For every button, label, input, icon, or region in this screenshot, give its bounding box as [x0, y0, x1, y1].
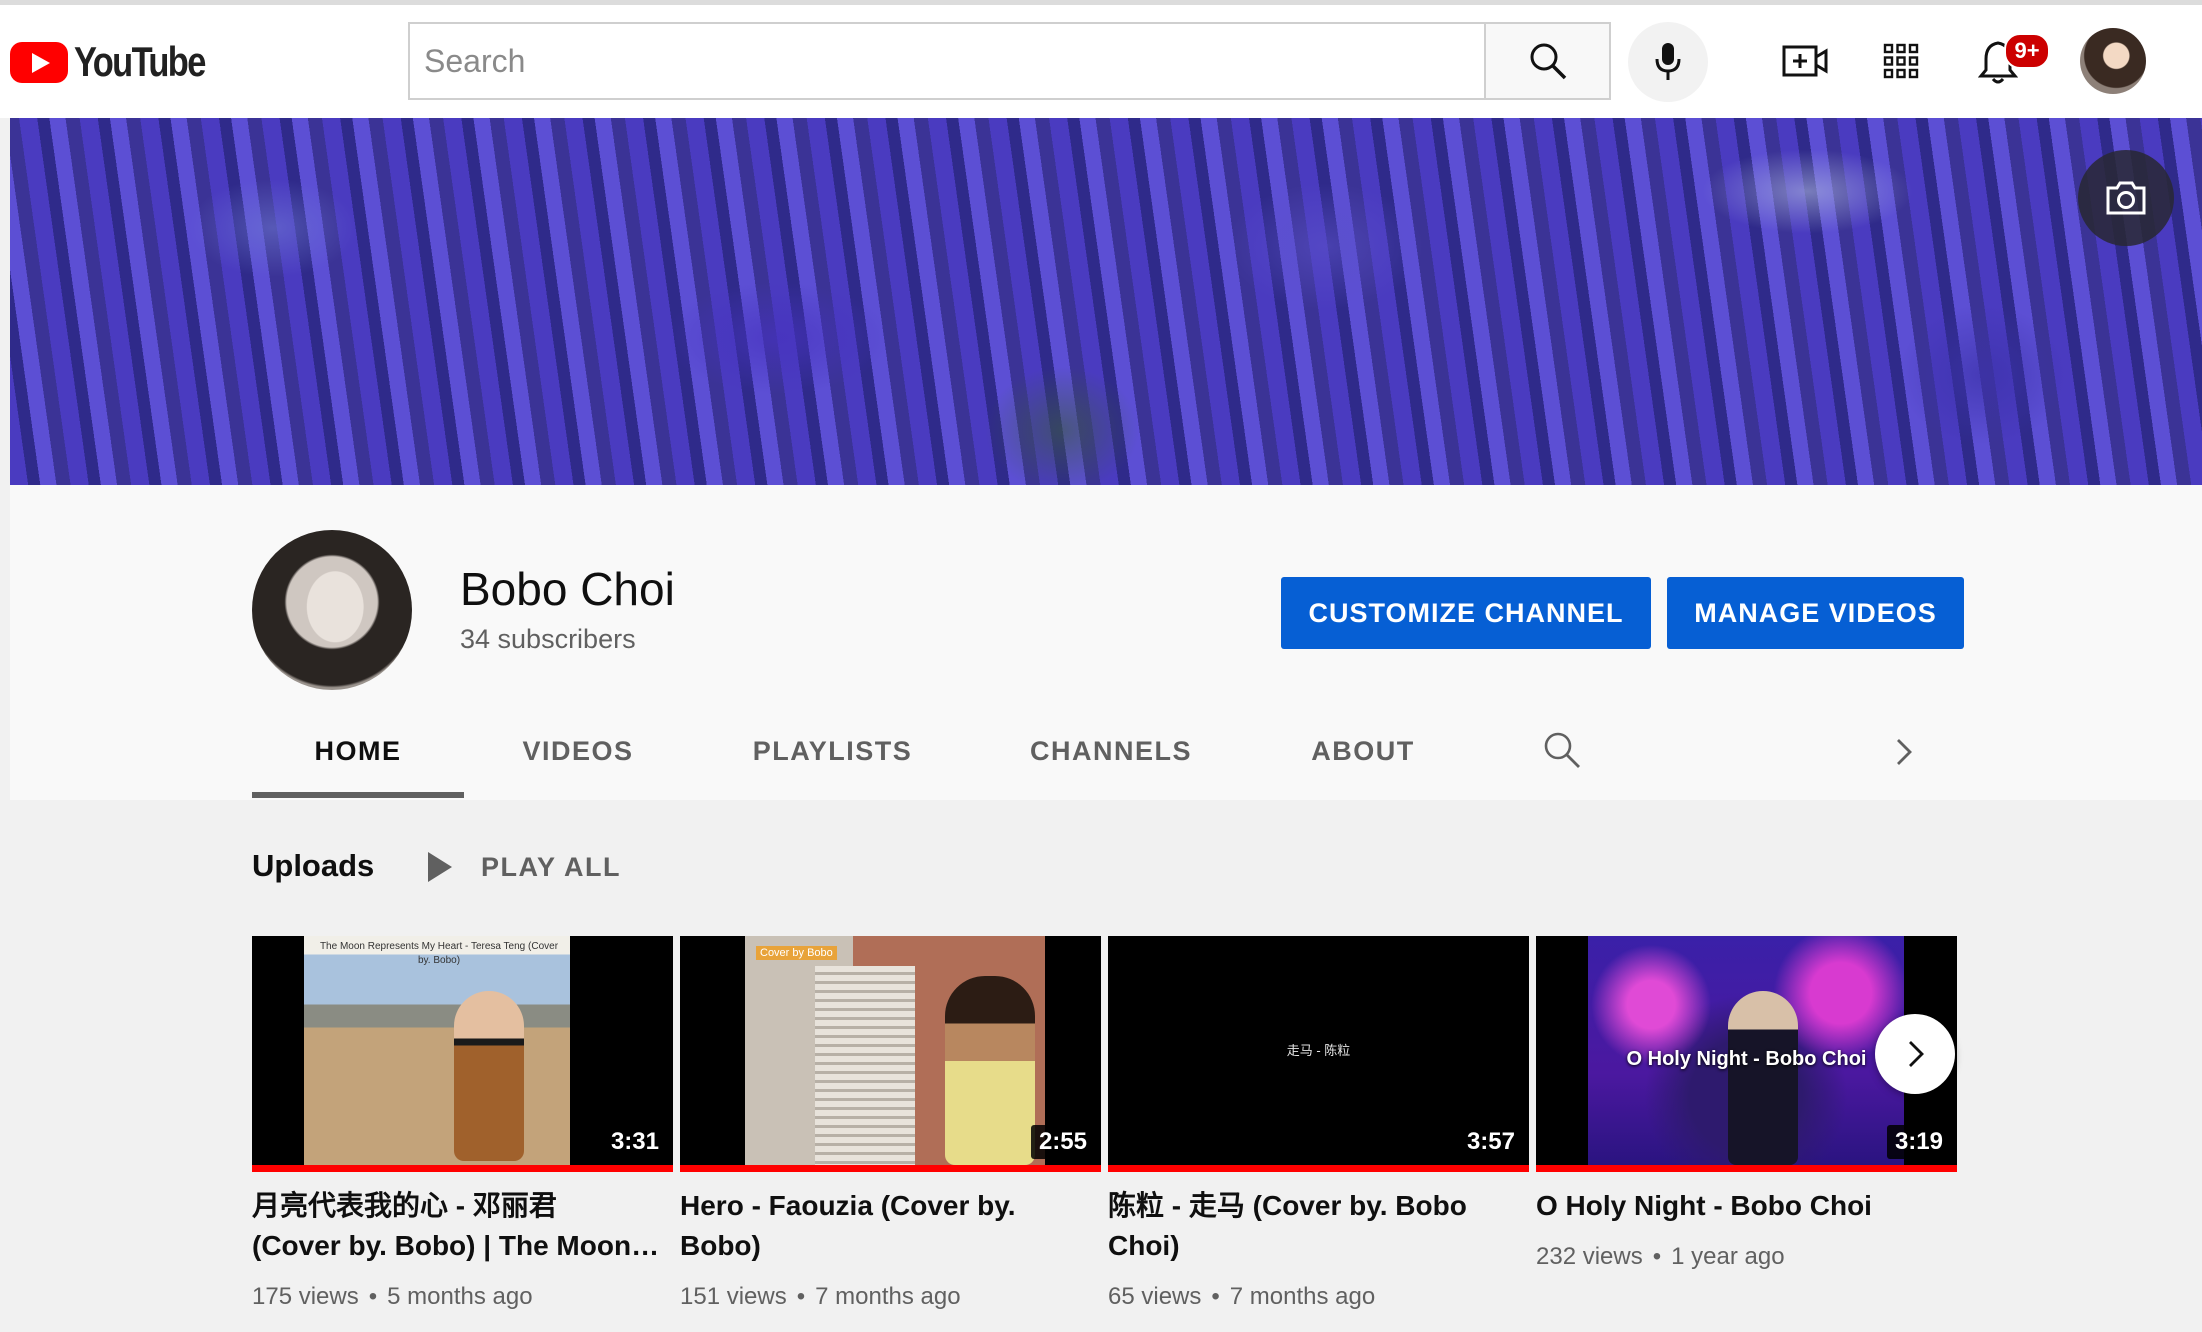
youtube-play-icon — [10, 41, 68, 83]
video-title[interactable]: Hero - Faouzia (Cover by. Bobo) — [680, 1186, 1090, 1266]
video-title-line: Bobo) — [680, 1230, 761, 1261]
view-count: 65 views — [1108, 1283, 1202, 1310]
view-count: 232 views — [1536, 1243, 1643, 1270]
apps-grid-icon — [1883, 43, 1919, 79]
mic-icon — [1655, 43, 1681, 80]
channel-banner — [10, 118, 2202, 485]
video-title-line: 月亮代表我的心 - 邓丽君 — [252, 1190, 557, 1221]
watch-progress-bar — [680, 1165, 1101, 1172]
chevron-right-icon — [1897, 739, 1912, 765]
uploads-title[interactable]: Uploads — [252, 848, 374, 884]
video-title-line: (Cover by. Bobo) | The Moon Represents M… — [252, 1230, 662, 1261]
tab-playlists[interactable]: PLAYLISTS — [745, 730, 920, 800]
video-duration: 2:55 — [1030, 1125, 1095, 1159]
channel-avatar[interactable] — [252, 530, 412, 690]
create-video-button[interactable] — [1780, 36, 1830, 86]
apps-button[interactable] — [1876, 36, 1926, 86]
video-title-line: Choi) — [1108, 1230, 1180, 1261]
search-icon — [1544, 732, 1580, 768]
video-title[interactable]: 陈粒 - 走马 (Cover by. Bobo Choi) — [1108, 1186, 1518, 1266]
watch-progress-bar — [252, 1165, 673, 1172]
thumbnail-person — [945, 976, 1035, 1165]
tab-videos[interactable]: VIDEOS — [508, 730, 648, 800]
create-video-icon — [1782, 45, 1828, 77]
search-button[interactable] — [1484, 22, 1611, 100]
youtube-logo[interactable]: YouTube — [10, 38, 233, 86]
active-tab-indicator — [252, 792, 464, 798]
thumbnail-window-blinds — [815, 966, 915, 1165]
camera-icon — [2106, 181, 2146, 215]
upload-age: 1 year ago — [1671, 1243, 1785, 1270]
thumbnail-person — [1728, 991, 1798, 1165]
subscriber-count: 34 subscribers — [460, 624, 636, 654]
edit-banner-button[interactable] — [2078, 150, 2174, 246]
manage-videos-button[interactable]: MANAGE VIDEOS — [1667, 577, 1964, 649]
channel-search-button[interactable] — [1542, 730, 1586, 774]
thumbnail-text: 走马 - 陈粒 — [1286, 1043, 1351, 1058]
play-icon[interactable] — [428, 852, 452, 882]
search-input[interactable] — [410, 24, 1486, 98]
video-thumbnail[interactable]: The Moon Represents My Heart - Teresa Te… — [252, 936, 673, 1165]
video-title-line: O Holy Night - Bobo Choi — [1536, 1190, 1872, 1221]
thumbnail-person — [454, 991, 524, 1161]
video-thumbnail[interactable]: 走马 - 陈粒 3:57 — [1108, 936, 1529, 1165]
video-meta: 175 views • 5 months ago — [252, 1283, 533, 1310]
video-title-line: Hero - Faouzia (Cover by. — [680, 1190, 1016, 1221]
customize-channel-button[interactable]: CUSTOMIZE CHANNEL — [1281, 577, 1651, 649]
chevron-right-icon — [1909, 1041, 1924, 1067]
upload-age: 7 months ago — [815, 1283, 961, 1310]
thumbnail-image — [304, 936, 570, 1165]
video-meta: 232 views • 1 year ago — [1536, 1243, 1785, 1270]
video-duration: 3:19 — [1886, 1125, 1951, 1159]
tab-home[interactable]: HOME — [252, 730, 464, 800]
voice-search-button[interactable] — [1628, 22, 1708, 102]
user-avatar[interactable] — [2080, 28, 2146, 94]
play-all-button[interactable]: PLAY ALL — [481, 852, 621, 883]
watch-progress-bar — [1108, 1165, 1529, 1172]
tab-about[interactable]: ABOUT — [1305, 730, 1421, 800]
notification-badge: 9+ — [2004, 33, 2050, 69]
video-thumbnail[interactable]: Cover by Bobo 2:55 — [680, 936, 1101, 1165]
video-duration: 3:57 — [1458, 1125, 1523, 1159]
search-box — [408, 22, 1486, 100]
upload-age: 5 months ago — [387, 1283, 533, 1310]
video-title[interactable]: 月亮代表我的心 - 邓丽君 (Cover by. Bobo) | The Moo… — [252, 1186, 662, 1266]
video-title-line: 陈粒 - 走马 (Cover by. Bobo — [1108, 1190, 1467, 1221]
tab-channels[interactable]: CHANNELS — [1026, 730, 1196, 800]
thumbnail-tag: Cover by Bobo — [756, 946, 837, 960]
video-duration: 3:31 — [602, 1125, 667, 1159]
thumbnail-caption: The Moon Represents My Heart - Teresa Te… — [319, 941, 559, 966]
logo-text: YouTube — [74, 38, 206, 85]
video-title[interactable]: O Holy Night - Bobo Choi — [1536, 1186, 1946, 1226]
tabs-scroll-right[interactable] — [1892, 734, 1920, 770]
video-meta: 65 views • 7 months ago — [1108, 1283, 1376, 1310]
video-meta: 151 views • 7 months ago — [680, 1283, 961, 1310]
channel-name: Bobo Choi — [460, 563, 675, 615]
search-icon — [1530, 43, 1566, 80]
upload-age: 7 months ago — [1229, 1283, 1376, 1310]
watch-progress-bar — [1536, 1165, 1957, 1172]
thumbnail-image — [745, 936, 1045, 1165]
top-divider — [0, 0, 2202, 5]
view-count: 175 views — [252, 1283, 359, 1310]
view-count: 151 views — [680, 1283, 787, 1310]
carousel-next-button[interactable] — [1875, 1014, 1955, 1094]
